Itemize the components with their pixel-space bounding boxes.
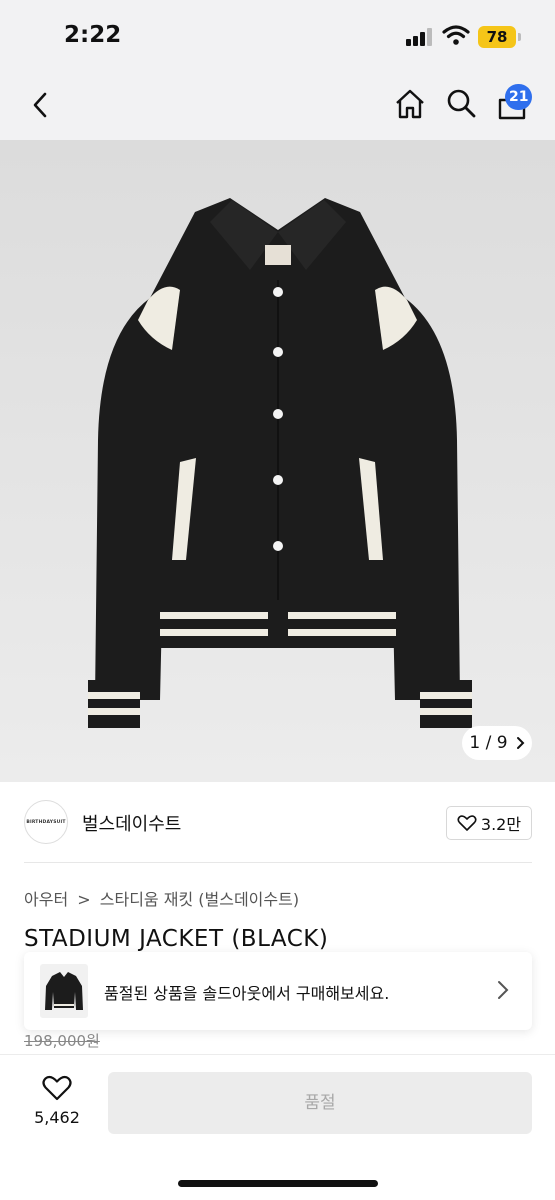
soldout-buy-button[interactable]: 품절 — [108, 1072, 532, 1134]
status-time: 2:22 — [64, 22, 122, 48]
banner-thumbnail — [40, 964, 88, 1018]
breadcrumb-subcategory[interactable]: 스타디움 재킷 (벌스데이수트) — [100, 890, 299, 909]
heart-icon — [42, 1075, 72, 1101]
product-title: STADIUM JACKET (BLACK) — [24, 926, 329, 952]
brand-logo[interactable]: BIRTHDAYSUIT — [24, 800, 68, 844]
cellular-signal-icon — [406, 28, 434, 46]
chevron-right-icon — [516, 737, 524, 749]
home-icon[interactable] — [394, 88, 426, 120]
brand-like-button[interactable]: 3.2만 — [446, 806, 532, 840]
image-pager[interactable]: 1 / 9 — [462, 726, 532, 760]
brand-name[interactable]: 벌스데이수트 — [82, 810, 181, 836]
brand-like-count: 3.2만 — [480, 815, 522, 834]
search-icon[interactable] — [446, 88, 476, 118]
battery-tip — [518, 33, 521, 41]
soldout-banner[interactable]: 품절된 상품을 솔드아웃에서 구매해보세요. — [24, 952, 532, 1030]
battery-indicator: 78 — [478, 26, 516, 48]
original-price: 198,000원 — [24, 1032, 100, 1050]
heart-icon — [457, 815, 477, 831]
wifi-icon — [442, 25, 470, 45]
back-arrow-icon[interactable] — [26, 90, 56, 120]
nav-bar — [0, 72, 555, 140]
wishlist-count: 5,462 — [34, 1108, 80, 1127]
product-image[interactable] — [0, 140, 555, 782]
breadcrumb-separator: > — [77, 890, 91, 909]
pager-label: 1 / 9 — [469, 733, 508, 753]
breadcrumb: 아우터 > 스타디움 재킷 (벌스데이수트) — [24, 886, 303, 910]
banner-text: 품절된 상품을 솔드아웃에서 구매해보세요. — [104, 984, 390, 1003]
home-indicator — [178, 1180, 378, 1187]
jacket-illustration — [88, 198, 472, 728]
brand-logo-text: BIRTHDAYSUIT — [26, 819, 66, 825]
breadcrumb-category[interactable]: 아우터 — [24, 890, 68, 909]
wishlist-button[interactable]: 5,462 — [24, 1070, 90, 1132]
chevron-right-icon — [498, 981, 509, 999]
divider — [24, 862, 532, 863]
status-bar: 2:22 78 — [0, 0, 555, 72]
